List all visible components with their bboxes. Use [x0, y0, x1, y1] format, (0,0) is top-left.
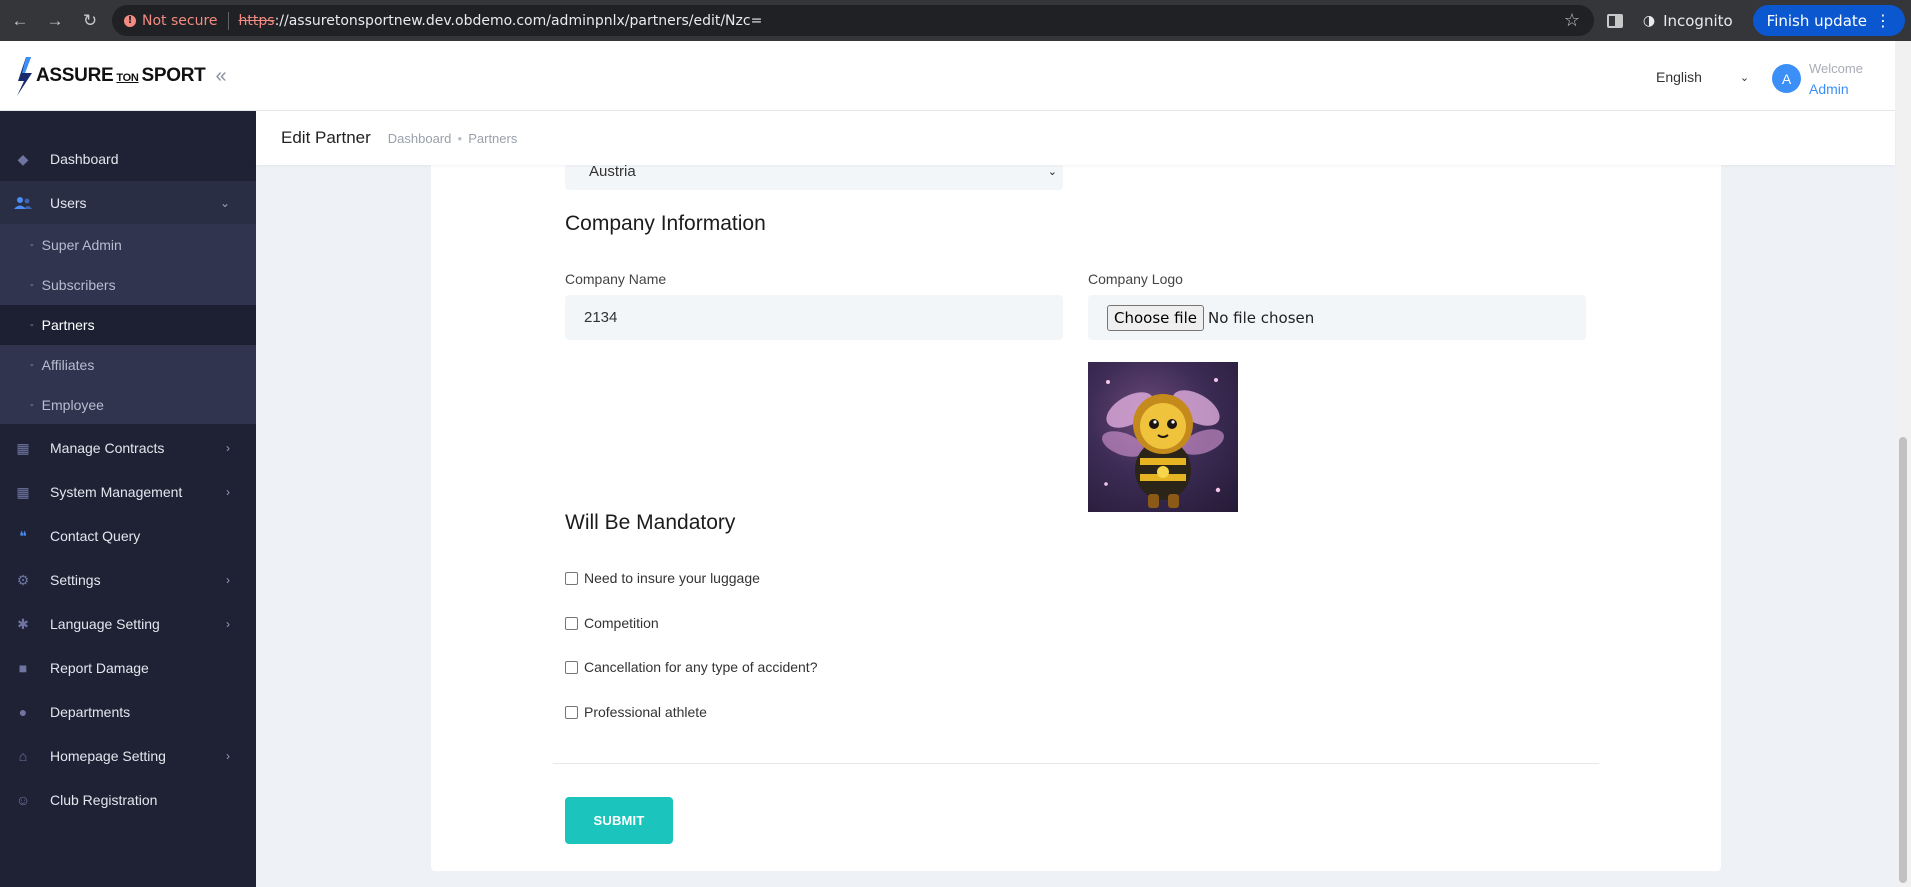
brand-logo[interactable]: ASSURE TON SPORT «: [14, 55, 227, 97]
back-icon[interactable]: ←: [5, 6, 35, 36]
sidebar-item-manage-contracts[interactable]: ▦ Manage Contracts ›: [0, 426, 256, 470]
sidebar-item-language-setting[interactable]: ✱ Language Setting ›: [0, 602, 256, 646]
incognito-indicator[interactable]: ◑ Incognito: [1643, 12, 1733, 30]
sidebar-item-report-damage[interactable]: ■ Report Damage: [0, 646, 256, 690]
home-icon: ⌂: [18, 748, 28, 764]
checkbox-row-professional-athlete[interactable]: Professional athlete: [565, 704, 707, 720]
submit-button[interactable]: SUBMIT: [565, 797, 673, 844]
chevron-right-icon: ›: [226, 485, 230, 499]
kebab-menu-icon: ⋮: [1875, 11, 1891, 30]
not-secure-indicator[interactable]: ! Not secure: [124, 13, 218, 29]
address-bar[interactable]: ! Not secure https://assuretonsportnew.d…: [112, 5, 1594, 36]
departments-icon: ●: [18, 704, 28, 720]
user-add-icon: ☺: [15, 792, 31, 808]
luggage-checkbox[interactable]: [565, 571, 578, 585]
bookmark-star-icon[interactable]: ☆: [1564, 10, 1580, 31]
system-icon: ▦: [16, 483, 30, 500]
quote-icon: ❝: [19, 527, 27, 544]
chevron-down-icon: ⌄: [1739, 71, 1750, 84]
warning-icon: !: [124, 14, 136, 27]
chevron-right-icon: ›: [226, 617, 230, 631]
company-information-heading: Company Information: [565, 212, 766, 235]
browser-toolbar: ← → ↻ ! Not secure https://assuretonspor…: [0, 0, 1911, 41]
user-greeting[interactable]: Welcome Admin: [1809, 59, 1863, 99]
sidebar-item-users[interactable]: Users ⌄: [0, 181, 256, 225]
breadcrumb-partners[interactable]: Partners: [468, 131, 517, 146]
sidebar-item-partners[interactable]: - Partners: [0, 305, 256, 345]
company-name-input[interactable]: 2134: [565, 295, 1063, 340]
users-icon: [14, 194, 32, 212]
sidebar-item-departments[interactable]: ● Departments: [0, 690, 256, 734]
gear-icon: ⚙: [16, 571, 30, 588]
company-name-label: Company Name: [565, 271, 667, 287]
sidebar-item-affiliates[interactable]: - Affiliates: [0, 345, 256, 385]
avatar[interactable]: A: [1772, 64, 1801, 93]
sidebar-item-club-registration[interactable]: ☺ Club Registration: [0, 778, 256, 822]
sidebar-item-super-admin[interactable]: - Super Admin: [0, 225, 256, 265]
sidebar-item-system-management[interactable]: ▦ System Management ›: [0, 470, 256, 514]
chevron-right-icon: ›: [226, 573, 230, 587]
form-divider: [553, 763, 1599, 764]
sidebar-item-subscribers[interactable]: - Subscribers: [0, 265, 256, 305]
contracts-icon: ▦: [16, 439, 30, 456]
forward-icon[interactable]: →: [40, 6, 70, 36]
bee-character-image: [1101, 378, 1225, 508]
sidebar-item-homepage-setting[interactable]: ⌂ Homepage Setting ›: [0, 734, 256, 778]
company-logo-label: Company Logo: [1088, 271, 1183, 287]
sidebar-item-contact-query[interactable]: ❝ Contact Query: [0, 514, 256, 558]
scrollbar-thumb[interactable]: [1899, 437, 1907, 883]
competition-checkbox[interactable]: [565, 616, 578, 630]
app-header: ASSURE TON SPORT « English ⌄ A Welcome Adm…: [0, 41, 1895, 111]
sidebar-item-dashboard[interactable]: ◆ Dashboard: [0, 137, 256, 181]
choose-file-button[interactable]: Choose file: [1107, 304, 1204, 331]
diamond-icon: ◆: [17, 150, 29, 167]
chevron-down-icon: ⌄: [1047, 165, 1057, 178]
professional-athlete-checkbox[interactable]: [565, 705, 578, 719]
finish-update-button[interactable]: Finish update ⋮: [1752, 5, 1905, 36]
incognito-icon: ◑: [1642, 12, 1656, 29]
side-panel-icon[interactable]: [1606, 13, 1623, 28]
collapse-sidebar-icon[interactable]: «: [215, 65, 226, 88]
checkbox-row-cancellation[interactable]: Cancellation for any type of accident?: [565, 659, 817, 675]
sidebar-item-employee[interactable]: - Employee: [0, 385, 256, 425]
chevron-right-icon: ›: [226, 441, 230, 455]
company-logo-file-input[interactable]: Choose file No file chosen: [1088, 295, 1586, 340]
chevron-down-icon: ⌄: [219, 196, 230, 210]
chevron-right-icon: ›: [226, 749, 230, 763]
language-icon: ✱: [17, 615, 29, 632]
checkbox-row-competition[interactable]: Competition: [565, 615, 659, 631]
file-status: No file chosen: [1208, 308, 1315, 327]
cancellation-checkbox[interactable]: [565, 660, 578, 674]
breadcrumb-dashboard[interactable]: Dashboard: [388, 131, 452, 146]
will-be-mandatory-heading: Will Be Mandatory: [565, 511, 736, 534]
url-text: https://assuretonsportnew.dev.obdemo.com…: [238, 12, 763, 29]
language-select[interactable]: English ⌄: [1656, 69, 1749, 85]
reload-icon[interactable]: ↻: [75, 6, 105, 36]
company-logo-preview: [1088, 362, 1238, 512]
page-header: Edit Partner Dashboard ● Partners: [256, 111, 1895, 165]
report-icon: ■: [18, 660, 28, 676]
bolt-logo-icon: [17, 57, 32, 96]
page-title: Edit Partner: [281, 128, 371, 147]
breadcrumb: Dashboard ● Partners: [387, 130, 518, 146]
checkbox-row-luggage[interactable]: Need to insure your luggage: [565, 570, 760, 586]
sidebar: ◆ Dashboard Users ⌄ - Super Admin - Subscr…: [0, 111, 256, 887]
sidebar-item-settings[interactable]: ⚙ Settings ›: [0, 558, 256, 602]
